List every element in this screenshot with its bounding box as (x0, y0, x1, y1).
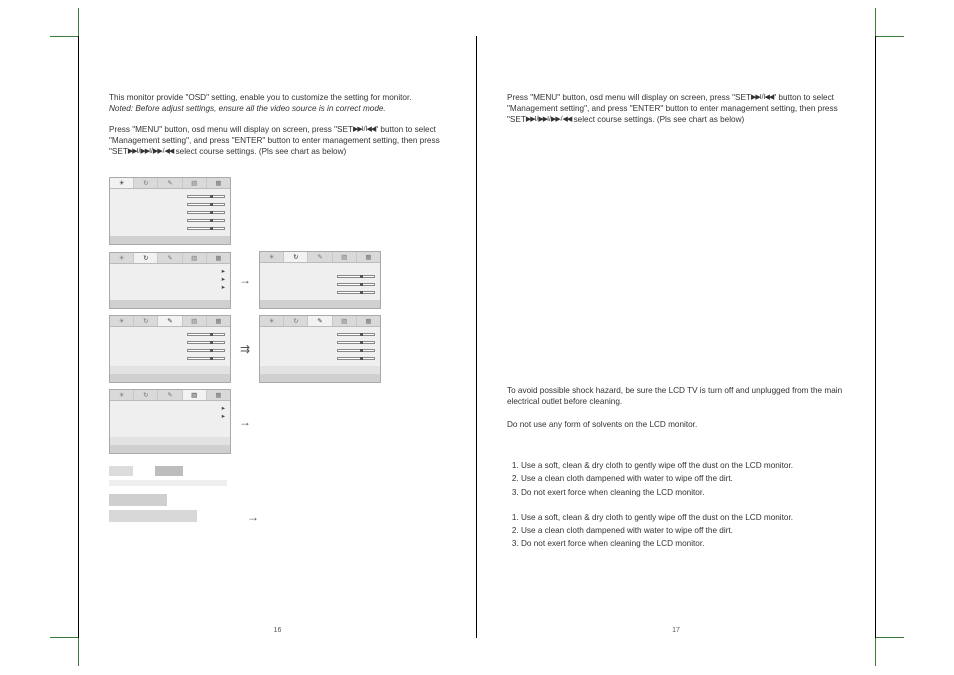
warning-solvents: Do not use any form of solvents on the L… (507, 419, 845, 430)
list-item: Use a clean cloth dampened with water to… (521, 473, 845, 484)
list-item: Use a clean cloth dampened with water to… (521, 525, 845, 536)
page-number-right: 17 (477, 627, 875, 634)
osd-panel-2a: ☀ ↻ ✎ ▧ ▦ ▸ ▸ ▸ (109, 252, 231, 309)
intro-line: This monitor provide "OSD" setting, enab… (109, 93, 412, 102)
transport-icons-1: ▶▶I / I◀◀ (751, 93, 773, 102)
osd-tab-icon: ▧ (183, 178, 207, 188)
list-item: Use a soft, clean & dry cloth to gently … (521, 512, 845, 523)
osd-tab-icon: ▦ (207, 178, 230, 188)
list-item: Use a soft, clean & dry cloth to gently … (521, 460, 845, 471)
osd-tab-icon: ↻ (134, 178, 158, 188)
osd-panel-2b: ☀ ↻ ✎ ▧ ▦ (259, 251, 381, 309)
list-item: Do not exert force when cleaning the LCD… (521, 487, 845, 498)
transport-icons-2: ▶▶I / ▶▶I / ▶▶ / ◀◀ (128, 147, 173, 156)
double-arrow-icon: ⇉ (231, 342, 259, 356)
page-right: Press "MENU" button, osd menu will displ… (477, 36, 876, 638)
osd-tab-icon: ✎ (158, 178, 182, 188)
osd-panel-3b: ☀ ↻ ✎ ▧ ▦ (259, 315, 381, 383)
page-number-left: 16 (79, 627, 476, 634)
instructions-left: Press "MENU" button, osd menu will displ… (109, 124, 446, 157)
intro-noted: Noted: Before adjust settings, ensure al… (109, 104, 386, 113)
arrow-right-icon: → (231, 273, 259, 287)
gray-bars-diagram: → (109, 466, 446, 526)
osd-diagram-column: ☀ ↻ ✎ ▧ ▦ (109, 177, 446, 526)
intro-text: This monitor provide "OSD" setting, enab… (109, 92, 446, 114)
page-spread: This monitor provide "OSD" setting, enab… (78, 36, 876, 638)
instructions-right: Press "MENU" button, osd menu will displ… (507, 92, 845, 125)
osd-panel-1: ☀ ↻ ✎ ▧ ▦ (109, 177, 231, 245)
osd-panel-4: ☀ ↻ ✎ ▧ ▦ ▸ ▸ (109, 389, 231, 454)
arrow-right-icon: → (231, 415, 259, 429)
osd-panel-3a: ☀ ↻ ✎ ▧ ▦ (109, 315, 231, 383)
osd-tab-icon: ☀ (110, 178, 134, 188)
transport-icons-1: ▶▶I / I◀◀ (353, 125, 375, 134)
cleaning-list-2: Use a soft, clean & dry cloth to gently … (507, 512, 845, 549)
list-item: Do not exert force when cleaning the LCD… (521, 538, 845, 549)
cleaning-list-1: Use a soft, clean & dry cloth to gently … (507, 460, 845, 497)
warning-shock: To avoid possible shock hazard, be sure … (507, 385, 845, 407)
transport-icons-2: ▶▶I / ▶▶I / ▶▶ / ◀◀ (526, 115, 571, 124)
page-left: This monitor provide "OSD" setting, enab… (78, 36, 477, 638)
